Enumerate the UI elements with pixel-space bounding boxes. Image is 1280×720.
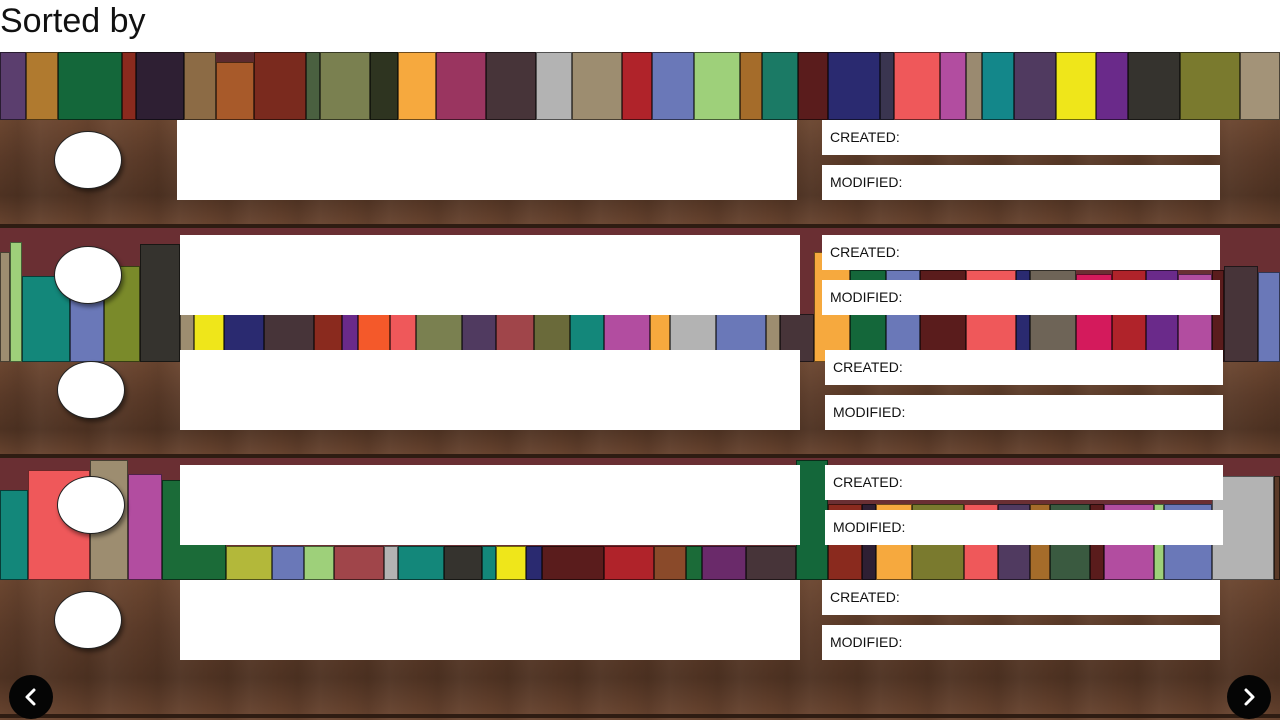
entry-title-field[interactable] <box>180 580 800 660</box>
entry-title-field[interactable] <box>180 235 800 315</box>
modified-field: MODIFIED: <box>825 395 1223 430</box>
entry-select-toggle[interactable] <box>54 131 122 189</box>
book-row-1 <box>0 52 1280 120</box>
modified-field: MODIFIED: <box>822 165 1220 200</box>
created-label: CREATED: <box>830 589 900 605</box>
created-field: CREATED: <box>822 120 1220 155</box>
modified-label: MODIFIED: <box>830 289 903 305</box>
previous-page-button[interactable] <box>9 675 53 719</box>
entry-select-toggle[interactable] <box>57 476 125 534</box>
entry-select-toggle[interactable] <box>54 591 122 649</box>
chevron-right-icon <box>1244 688 1255 706</box>
created-label: CREATED: <box>830 129 900 145</box>
entry-title-field[interactable] <box>180 465 800 545</box>
modified-field: MODIFIED: <box>822 625 1220 660</box>
modified-label: MODIFIED: <box>833 404 906 420</box>
modified-field: MODIFIED: <box>822 280 1220 315</box>
chevron-left-icon <box>25 688 36 706</box>
modified-label: MODIFIED: <box>830 634 903 650</box>
created-field: CREATED: <box>822 235 1220 270</box>
next-page-button[interactable] <box>1227 675 1271 719</box>
modified-label: MODIFIED: <box>830 174 903 190</box>
modified-label: MODIFIED: <box>833 519 906 535</box>
created-field: CREATED: <box>822 580 1220 615</box>
entry-title-field[interactable] <box>180 350 800 430</box>
header-bar: Sorted by <box>0 0 1280 52</box>
created-label: CREATED: <box>830 244 900 260</box>
entry-select-toggle[interactable] <box>57 361 125 419</box>
created-label: CREATED: <box>833 359 903 375</box>
modified-field: MODIFIED: <box>825 510 1223 545</box>
created-field: CREATED: <box>825 465 1223 500</box>
entry-select-toggle[interactable] <box>54 246 122 304</box>
page-title: Sorted by <box>0 2 146 40</box>
created-field: CREATED: <box>825 350 1223 385</box>
created-label: CREATED: <box>833 474 903 490</box>
entry-title-field[interactable] <box>177 120 797 200</box>
